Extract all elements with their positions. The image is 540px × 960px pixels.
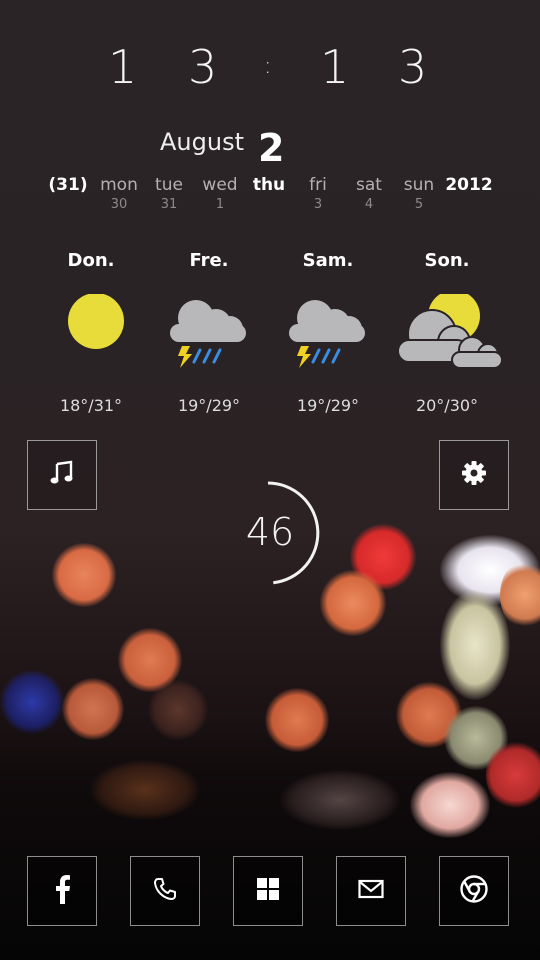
date-header: August 2 xyxy=(0,126,540,178)
phone-icon xyxy=(153,877,177,905)
facebook-icon xyxy=(50,874,74,908)
music-note-icon xyxy=(49,460,75,490)
forecast-day-4: Son. 20°/30° xyxy=(392,250,503,415)
forecast-day-name: Don. xyxy=(67,250,115,271)
clock-minute-digit-2: 3 xyxy=(398,40,428,94)
forecast-temp: 20°/30° xyxy=(415,396,479,415)
clock: 1 3 : 1 3 xyxy=(0,40,540,100)
chrome-button[interactable] xyxy=(439,856,509,926)
forecast-day-name: Son. xyxy=(424,250,470,271)
partly-cloudy-icon xyxy=(392,290,503,384)
thunder-rain-icon xyxy=(154,294,264,384)
thunder-rain-icon xyxy=(273,294,383,384)
clock-separator: : xyxy=(264,54,272,79)
music-button[interactable] xyxy=(27,440,97,510)
forecast-day-name: Fre. xyxy=(189,250,229,271)
month-label: August xyxy=(160,128,244,156)
forecast-day-3: Sam. 19°/29° xyxy=(273,250,383,415)
mail-button[interactable] xyxy=(336,856,406,926)
clock-hour-digit-2: 3 xyxy=(188,40,218,94)
forecast-temp: 19°/29° xyxy=(177,396,241,415)
facebook-button[interactable] xyxy=(27,856,97,926)
clock-hour-digit-1: 1 xyxy=(108,40,138,94)
chrome-icon xyxy=(460,875,488,907)
week-strip: (31) mon 30 tue 31 wed 1 thu fri 3 sat 4 sun 5… xyxy=(0,174,540,218)
year-label: 2012 xyxy=(445,175,493,195)
mail-icon xyxy=(358,879,384,903)
forecast-day-1: Don. 18°/31° xyxy=(36,250,146,415)
forecast-temp: 19°/29° xyxy=(296,396,360,415)
settings-button[interactable] xyxy=(439,440,509,510)
sun-icon xyxy=(36,293,146,384)
forecast-temp: 18°/31° xyxy=(59,396,123,415)
battery-percent: 46 xyxy=(245,510,295,554)
forecast-day-name: Sam. xyxy=(302,250,354,271)
phone-button[interactable] xyxy=(130,856,200,926)
battery-indicator: 46 xyxy=(220,478,330,588)
windows-button[interactable] xyxy=(233,856,303,926)
day-number: 2 xyxy=(258,126,285,170)
gear-icon xyxy=(461,460,487,490)
weather-forecast[interactable]: Don. 18°/31° Fre. 19°/29° Sam. 19°/29° S… xyxy=(0,250,540,420)
forecast-day-2: Fre. 19°/29° xyxy=(154,250,264,415)
clock-minute-digit-1: 1 xyxy=(320,40,350,94)
windows-icon xyxy=(257,878,279,904)
